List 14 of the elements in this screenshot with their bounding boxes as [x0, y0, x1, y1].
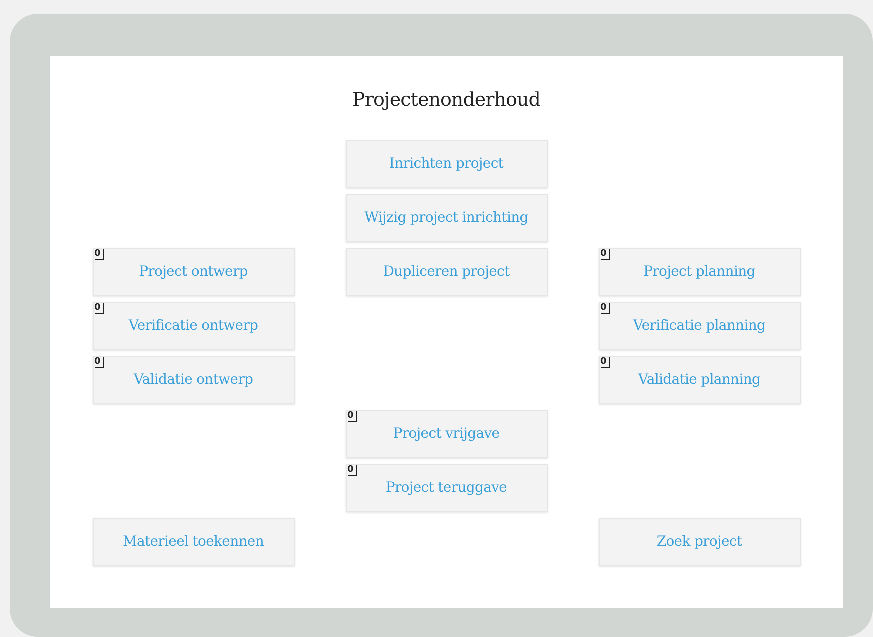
count-badge: 0: [600, 249, 610, 260]
count-badge: 0: [94, 303, 104, 314]
menu-button[interactable]: Zoek project: [598, 518, 800, 566]
menu-button[interactable]: Materieel toekennen: [92, 518, 294, 566]
page-title: Projectenonderhoud: [352, 88, 540, 113]
count-badge: 0: [348, 465, 357, 476]
count-badge: 0: [348, 411, 357, 422]
menu-button[interactable]: Dupliceren project: [346, 248, 548, 296]
menu-button[interactable]: Wijzig project inrichting: [346, 194, 548, 242]
count-badge: 0: [94, 249, 104, 260]
menu-button[interactable]: Inrichten project: [346, 140, 548, 188]
count-badge: 0: [600, 303, 610, 314]
count-badge: 0: [600, 357, 610, 368]
count-badge: 0: [94, 357, 104, 368]
